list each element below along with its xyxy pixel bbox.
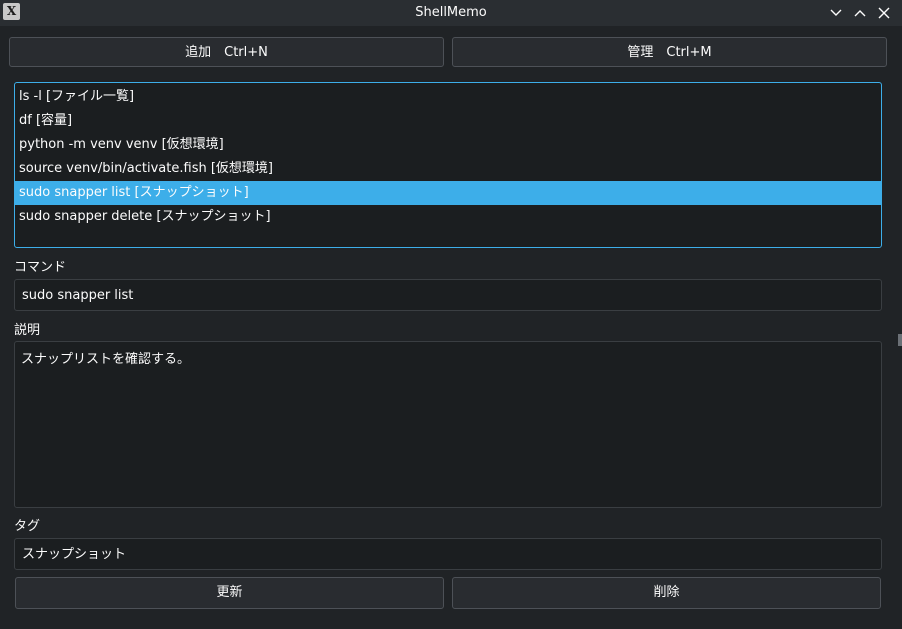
list-item[interactable]: python -m venv venv [仮想環境] — [15, 133, 881, 157]
resize-handle[interactable] — [898, 334, 902, 346]
list-item[interactable]: sudo snapper delete [スナップショット] — [15, 205, 881, 229]
add-button[interactable]: 追加 Ctrl+N — [9, 37, 444, 67]
list-item[interactable]: sudo snapper list [スナップショット] — [15, 181, 881, 205]
command-input[interactable]: sudo snapper list — [14, 279, 882, 311]
chevron-up-icon — [854, 10, 866, 17]
list-item[interactable]: source venv/bin/activate.fish [仮想環境] — [15, 157, 881, 181]
close-button[interactable] — [874, 3, 894, 23]
app-window: X ShellMemo 追加 Ctrl+N 管理 Ctrl+M ls -l [フ… — [0, 0, 902, 629]
delete-button[interactable]: 削除 — [452, 577, 881, 609]
maximize-button[interactable] — [850, 3, 870, 23]
description-label: 説明 — [14, 323, 41, 338]
window-title: ShellMemo — [415, 5, 487, 20]
title-bar[interactable]: X ShellMemo — [0, 0, 902, 26]
command-label: コマンド — [14, 260, 67, 275]
list-item[interactable]: df [容量] — [15, 109, 881, 133]
description-textarea[interactable]: スナップリストを確認する。 — [14, 341, 882, 508]
manage-button[interactable]: 管理 Ctrl+M — [452, 37, 887, 67]
close-icon — [878, 7, 890, 19]
tag-label: タグ — [14, 519, 41, 534]
minimize-button[interactable] — [826, 3, 846, 23]
command-list[interactable]: ls -l [ファイル一覧] df [容量] python -m venv venv… — [14, 82, 882, 248]
chevron-down-icon — [830, 9, 842, 16]
list-item[interactable]: ls -l [ファイル一覧] — [15, 85, 881, 109]
tag-input[interactable]: スナップショット — [14, 538, 882, 570]
update-button[interactable]: 更新 — [15, 577, 444, 609]
